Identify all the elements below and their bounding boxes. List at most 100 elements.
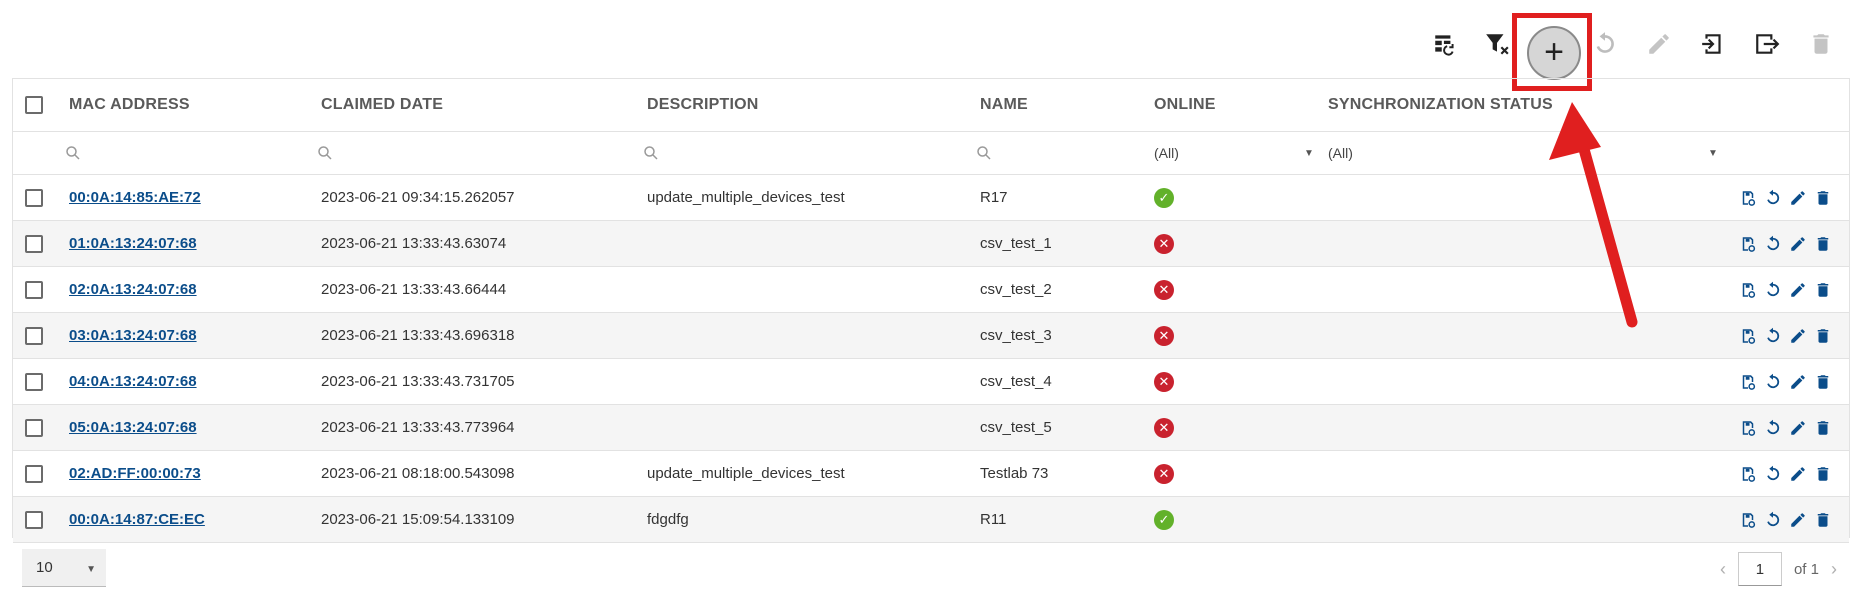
reset-icon[interactable]: [1764, 419, 1782, 437]
row-actions: [1739, 221, 1832, 266]
col-header-description[interactable]: DESCRIPTION: [647, 79, 759, 131]
save-settings-icon[interactable]: [1739, 189, 1757, 207]
mac-address-link[interactable]: 02:0A:13:24:07:68: [69, 281, 197, 298]
import-button[interactable]: [1697, 28, 1729, 60]
claimed-date-cell: 2023-06-21 15:09:54.133109: [321, 511, 515, 528]
offline-x-icon: ✕: [1154, 233, 1174, 254]
delete-icon[interactable]: [1814, 419, 1832, 437]
mac-address-link[interactable]: 02:AD:FF:00:00:73: [69, 465, 201, 482]
row-checkbox[interactable]: [25, 418, 43, 437]
online-filter-select[interactable]: (All) ▼: [1154, 132, 1314, 174]
save-settings-icon[interactable]: [1739, 281, 1757, 299]
edit-button[interactable]: [1643, 28, 1675, 60]
mac-address-link[interactable]: 05:0A:13:24:07:68: [69, 419, 197, 436]
page-count-label: of 1: [1793, 560, 1819, 578]
reset-icon[interactable]: [1764, 235, 1782, 253]
name-cell: csv_test_2: [980, 281, 1052, 298]
name-cell: csv_test_5: [980, 419, 1052, 436]
save-settings-icon[interactable]: [1739, 419, 1757, 437]
claimed-date-filter-input[interactable]: [317, 132, 333, 174]
reset-icon[interactable]: [1764, 327, 1782, 345]
row-checkbox[interactable]: [25, 372, 43, 391]
mac-address-link[interactable]: 01:0A:13:24:07:68: [69, 235, 197, 252]
name-cell: csv_test_4: [980, 373, 1052, 390]
delete-icon[interactable]: [1814, 465, 1832, 483]
edit-icon[interactable]: [1789, 189, 1807, 207]
next-page-icon[interactable]: ›: [1831, 559, 1837, 580]
table-row: 02:AD:FF:00:00:73 2023-06-21 08:18:00.54…: [13, 451, 1849, 497]
reset-icon[interactable]: [1764, 281, 1782, 299]
save-settings-icon[interactable]: [1739, 465, 1757, 483]
table-row: 05:0A:13:24:07:68 2023-06-21 13:33:43.77…: [13, 405, 1849, 451]
table-row: 03:0A:13:24:07:68 2023-06-21 13:33:43.69…: [13, 313, 1849, 359]
row-actions: [1739, 497, 1832, 542]
save-settings-icon[interactable]: [1739, 373, 1757, 391]
edit-icon[interactable]: [1789, 511, 1807, 529]
delete-button[interactable]: [1805, 28, 1837, 60]
sync-filter-select[interactable]: (All) ▼: [1328, 132, 1728, 174]
online-filter-value: (All): [1154, 145, 1179, 161]
edit-icon[interactable]: [1789, 235, 1807, 253]
mac-address-link[interactable]: 04:0A:13:24:07:68: [69, 373, 197, 390]
reset-icon[interactable]: [1764, 373, 1782, 391]
save-settings-icon[interactable]: [1739, 511, 1757, 529]
row-actions: [1739, 313, 1832, 358]
page-size-select[interactable]: 10 ▼: [22, 549, 106, 587]
row-actions: [1739, 405, 1832, 450]
col-header-claimed-date[interactable]: CLAIMED DATE: [321, 79, 443, 131]
chevron-down-icon: ▼: [1708, 147, 1718, 159]
prev-page-icon[interactable]: ‹: [1720, 559, 1726, 580]
delete-icon[interactable]: [1814, 189, 1832, 207]
offline-x-icon: ✕: [1154, 279, 1174, 300]
reset-icon[interactable]: [1764, 511, 1782, 529]
name-cell: Testlab 73: [980, 465, 1049, 482]
mac-address-link[interactable]: 03:0A:13:24:07:68: [69, 327, 197, 344]
select-all-checkbox[interactable]: [25, 96, 43, 114]
edit-icon[interactable]: [1789, 419, 1807, 437]
row-checkbox[interactable]: [25, 326, 43, 345]
edit-icon[interactable]: [1789, 373, 1807, 391]
edit-icon[interactable]: [1789, 281, 1807, 299]
chevron-down-icon: ▼: [1304, 147, 1314, 159]
column-chooser-button[interactable]: [1429, 28, 1461, 60]
save-settings-icon[interactable]: [1739, 235, 1757, 253]
save-settings-icon[interactable]: [1739, 327, 1757, 345]
description-cell: update_multiple_devices_test: [647, 189, 845, 206]
row-checkbox[interactable]: [25, 280, 43, 299]
row-checkbox[interactable]: [25, 464, 43, 483]
clear-filter-button[interactable]: [1481, 28, 1513, 60]
col-header-name[interactable]: NAME: [980, 79, 1028, 131]
delete-icon[interactable]: [1814, 327, 1832, 345]
col-header-online[interactable]: ONLINE: [1154, 79, 1216, 131]
search-icon: [977, 146, 991, 160]
sync-filter-value: (All): [1328, 145, 1353, 161]
mac-address-link[interactable]: 00:0A:14:87:CE:EC: [69, 511, 205, 528]
description-filter-input[interactable]: [643, 132, 659, 174]
row-checkbox[interactable]: [25, 188, 43, 207]
col-header-sync-status[interactable]: SYNCHRONIZATION STATUS: [1328, 79, 1553, 131]
edit-icon[interactable]: [1789, 327, 1807, 345]
reset-icon[interactable]: [1764, 465, 1782, 483]
reset-icon[interactable]: [1764, 189, 1782, 207]
row-checkbox[interactable]: [25, 234, 43, 253]
filter-clear-icon: [1486, 34, 1509, 55]
delete-icon[interactable]: [1814, 281, 1832, 299]
description-cell: fdgdfg: [647, 511, 689, 528]
table-row: 04:0A:13:24:07:68 2023-06-21 13:33:43.73…: [13, 359, 1849, 405]
row-checkbox[interactable]: [25, 510, 43, 529]
delete-icon[interactable]: [1814, 373, 1832, 391]
pencil-icon: [1649, 34, 1669, 54]
reset-button[interactable]: [1589, 28, 1621, 60]
edit-icon[interactable]: [1789, 465, 1807, 483]
page-number-input[interactable]: 1: [1737, 552, 1782, 586]
name-filter-input[interactable]: [976, 132, 992, 174]
col-header-mac[interactable]: MAC ADDRESS: [69, 79, 190, 131]
mac-filter-input[interactable]: [65, 132, 81, 174]
delete-icon[interactable]: [1814, 511, 1832, 529]
mac-address-link[interactable]: 00:0A:14:85:AE:72: [69, 189, 201, 206]
export-button[interactable]: [1751, 28, 1783, 60]
claimed-date-cell: 2023-06-21 13:33:43.731705: [321, 373, 515, 390]
row-actions: [1739, 175, 1832, 220]
delete-icon[interactable]: [1814, 235, 1832, 253]
claimed-date-cell: 2023-06-21 13:33:43.66444: [321, 281, 507, 298]
